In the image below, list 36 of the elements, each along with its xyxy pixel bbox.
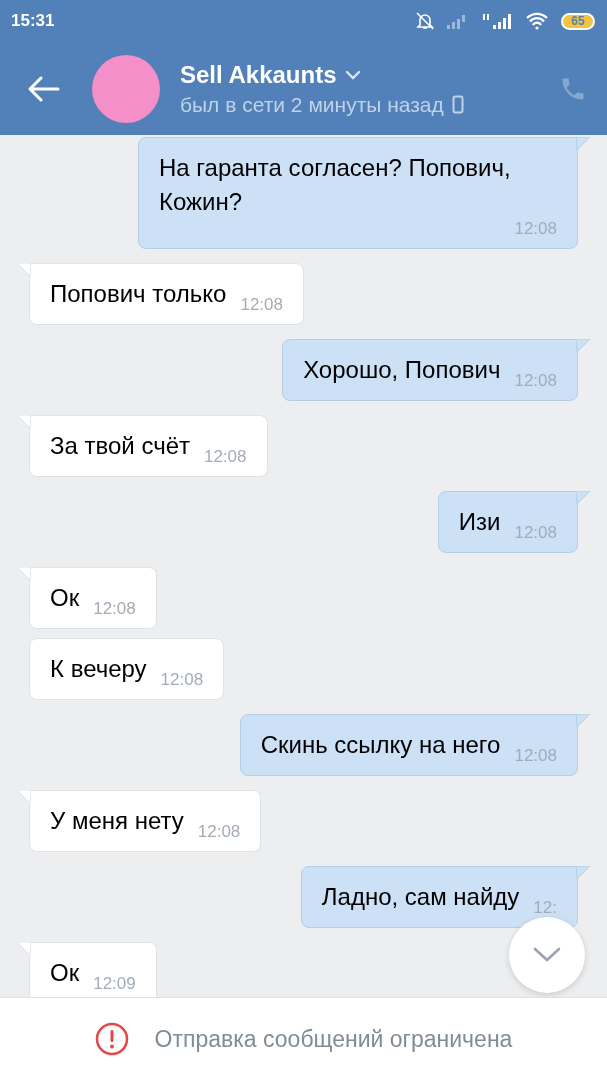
signal-icon (481, 12, 513, 30)
chevron-down-icon[interactable] (344, 69, 361, 80)
message-text: За твой счёт (50, 431, 190, 461)
muted-bell-icon (415, 11, 435, 31)
wifi-icon (525, 12, 549, 30)
message-time: 12: (533, 898, 557, 918)
chevron-down-icon (533, 947, 561, 963)
mobile-phone-icon (451, 95, 464, 114)
message-text: У меня нету (50, 806, 184, 836)
message-time: 12:08 (93, 599, 136, 619)
message-text: Изи (458, 507, 501, 537)
warning-icon (94, 1022, 129, 1056)
message-time: 12:08 (204, 447, 247, 467)
message-time: 12:08 (514, 523, 557, 543)
restriction-notice: Отправка сообщений ограничена (154, 1025, 513, 1053)
message-text: К вечеру (50, 654, 147, 684)
chat-title[interactable]: Sell Akkaunts (180, 60, 337, 89)
last-seen-status: был в сети 2 минуты назад (180, 92, 444, 117)
message-time: 12:08 (197, 822, 241, 842)
message-text: Скинь ссылку на него (260, 730, 501, 760)
message-text: На гаранта согласен? Попович, Кожин? (159, 153, 512, 217)
message-text: Ладно, сам найду (321, 882, 520, 912)
message-time: 12:08 (514, 371, 557, 391)
scroll-down-button[interactable] (509, 917, 585, 993)
status-time: 15:31 (11, 11, 55, 31)
message-text: Хорошо, Попович (303, 355, 501, 385)
message-time: 12:08 (160, 670, 204, 690)
message-text: Ок (50, 583, 80, 613)
battery-level: 65 (561, 12, 595, 30)
message-text: Попович только (50, 279, 227, 309)
message-time: 12:08 (514, 746, 557, 766)
back-arrow-icon[interactable] (28, 75, 60, 102)
message-time: 12:08 (240, 295, 283, 315)
message-text: Ок (50, 958, 80, 988)
message-time: 12:09 (93, 974, 136, 994)
message-time: 12:08 (514, 219, 557, 239)
